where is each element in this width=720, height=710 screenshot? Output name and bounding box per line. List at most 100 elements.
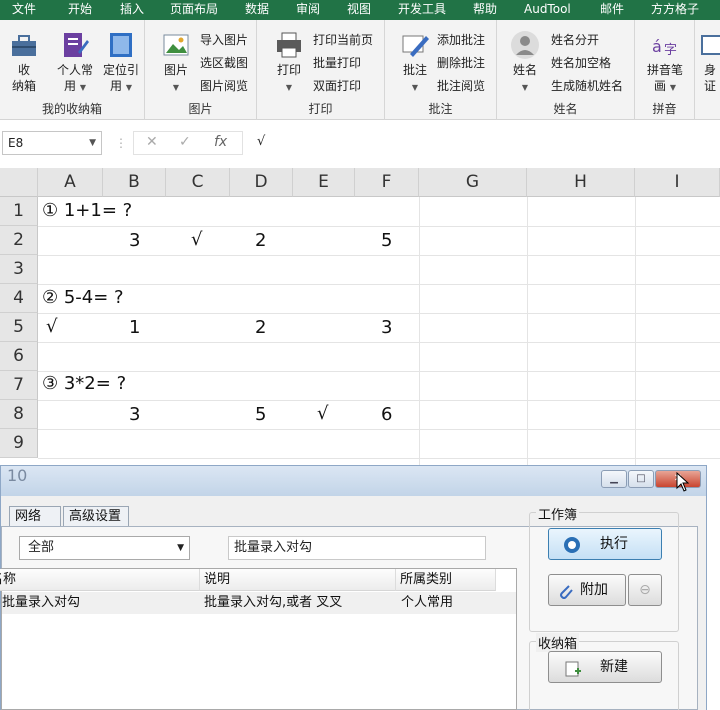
- list-header-desc[interactable]: 说明: [200, 569, 396, 591]
- row-header-4[interactable]: 4: [0, 284, 38, 313]
- name-box[interactable]: E8 ▼: [2, 131, 102, 155]
- new-button[interactable]: 新建: [548, 651, 662, 683]
- list-header-name[interactable]: 名称: [0, 569, 200, 591]
- column-header-f[interactable]: F: [355, 168, 419, 197]
- cell-f2[interactable]: 5: [381, 230, 392, 251]
- cell-b2[interactable]: 3: [129, 230, 140, 251]
- row-header-3[interactable]: 3: [0, 255, 38, 284]
- tab-mail[interactable]: 邮件: [600, 0, 624, 20]
- select-all-corner[interactable]: [0, 168, 38, 197]
- row-header-5[interactable]: 5: [0, 313, 38, 342]
- insert-function-icon[interactable]: fx: [214, 134, 227, 150]
- pinyin-stroke-button[interactable]: á字 拼音笔 画 ▼: [641, 30, 689, 96]
- column-header-b[interactable]: B: [103, 168, 166, 197]
- cell-f5[interactable]: 3: [381, 317, 392, 338]
- row-header-8[interactable]: 8: [0, 400, 38, 429]
- locate-reference-button[interactable]: 定位引 用 ▼: [98, 30, 144, 96]
- formula-input[interactable]: √: [247, 131, 367, 155]
- column-header-g[interactable]: G: [419, 168, 527, 197]
- column-header-e[interactable]: E: [293, 168, 355, 197]
- printer-icon: [277, 32, 301, 58]
- random-name-button[interactable]: 生成随机姓名: [551, 78, 623, 94]
- tab-audtool[interactable]: AudTool: [524, 0, 571, 20]
- split-name-label: 姓名分开: [551, 33, 600, 47]
- tab-insert[interactable]: 插入: [120, 0, 144, 20]
- cell-a4[interactable]: ② 5-4= ?: [42, 287, 124, 308]
- cell-c2[interactable]: √: [191, 229, 202, 250]
- enter-icon[interactable]: ✓: [179, 134, 191, 150]
- name-button[interactable]: 姓名 ▼: [507, 30, 543, 96]
- tab-view[interactable]: 视图: [347, 0, 371, 20]
- comment-button[interactable]: 批注 ▼: [395, 30, 435, 96]
- column-header-d[interactable]: D: [230, 168, 293, 197]
- tab-developer[interactable]: 开发工具: [398, 0, 446, 20]
- delete-comment-button[interactable]: 删除批注: [437, 55, 485, 71]
- picture-browse-button[interactable]: 图片阅览: [200, 78, 248, 94]
- add-comment-button[interactable]: 添加批注: [437, 32, 485, 48]
- category-select[interactable]: 全部 ▼: [19, 536, 190, 560]
- cell-d5[interactable]: 2: [255, 317, 266, 338]
- id-card-button[interactable]: 身 证: [700, 30, 720, 94]
- column-header-a[interactable]: A: [38, 168, 103, 197]
- column-header-c[interactable]: C: [166, 168, 230, 197]
- gridline: [38, 429, 720, 430]
- tab-file[interactable]: 文件: [12, 0, 36, 20]
- gridline: [419, 197, 420, 467]
- collect-box-button[interactable]: 收 纳箱: [6, 30, 42, 94]
- cancel-icon[interactable]: ✕: [146, 134, 158, 150]
- chevron-down-icon[interactable]: ▼: [177, 537, 184, 559]
- drag-handle-icon[interactable]: ⋮: [115, 136, 127, 150]
- gridline: [38, 255, 720, 256]
- cell-a1[interactable]: ① 1+1= ?: [42, 200, 132, 221]
- group-picture: 图片 ▼ 导入图片 选区截图 图片阅览 图片: [145, 20, 257, 120]
- column-header-i[interactable]: I: [635, 168, 720, 197]
- cell-d2[interactable]: 2: [255, 230, 266, 251]
- minimize-button[interactable]: ▁: [601, 470, 627, 488]
- duplex-print-button[interactable]: 双面打印: [313, 78, 361, 94]
- print-current-page-button[interactable]: 打印当前页: [313, 32, 373, 48]
- cell-d8[interactable]: 5: [255, 404, 266, 425]
- cell-a5[interactable]: √: [46, 316, 57, 337]
- tab-home[interactable]: 开始: [68, 0, 92, 20]
- row-header-6[interactable]: 6: [0, 342, 38, 371]
- row-header-7[interactable]: 7: [0, 371, 38, 400]
- selection-screenshot-button[interactable]: 选区截图: [200, 55, 248, 71]
- cell-b8[interactable]: 3: [129, 404, 140, 425]
- remove-button[interactable]: ⊖: [628, 574, 662, 606]
- cell-a7[interactable]: ③ 3*2= ?: [42, 373, 126, 394]
- tab-fangfang[interactable]: 方方格子: [651, 0, 699, 20]
- split-name-button[interactable]: 姓名分开: [551, 32, 599, 48]
- personal-common-button[interactable]: 个人常 用 ▼: [52, 30, 98, 96]
- name-add-space-button[interactable]: 姓名加空格: [551, 55, 611, 71]
- cell-f8[interactable]: 6: [381, 404, 392, 425]
- list-item-category: 个人常用: [401, 595, 454, 610]
- tab-advanced-settings[interactable]: 高级设置: [63, 506, 129, 527]
- chevron-down-icon[interactable]: ▼: [89, 132, 96, 154]
- browse-comment-button[interactable]: 批注阅览: [437, 78, 485, 94]
- group-my-box: 收 纳箱 个人常 用 ▼ 定位引 用 ▼ 我的收纳箱: [0, 20, 145, 120]
- mouse-cursor-icon: [676, 472, 690, 492]
- execute-button[interactable]: 执行: [548, 528, 662, 560]
- id-card-label-1: 身: [703, 63, 716, 77]
- print-button[interactable]: 打印 ▼: [271, 30, 307, 96]
- tab-review[interactable]: 审阅: [296, 0, 320, 20]
- list-header-category[interactable]: 所属类别: [396, 569, 496, 591]
- cell-b5[interactable]: 1: [129, 317, 140, 338]
- cell-e8[interactable]: √: [317, 403, 328, 424]
- batch-print-button[interactable]: 批量打印: [313, 55, 361, 71]
- import-picture-button[interactable]: 导入图片: [200, 32, 248, 48]
- column-header-h[interactable]: H: [527, 168, 635, 197]
- attach-button[interactable]: 附加: [548, 574, 626, 606]
- dialog-titlebar[interactable]: 10 ▁ □ ✕: [1, 466, 706, 496]
- tab-page-layout[interactable]: 页面布局: [170, 0, 218, 20]
- row-header-1[interactable]: 1: [0, 197, 38, 226]
- row-header-9[interactable]: 9: [0, 429, 38, 458]
- collect-box-label-1: 收: [17, 63, 30, 77]
- tab-data[interactable]: 数据: [245, 0, 269, 20]
- row-header-2[interactable]: 2: [0, 226, 38, 255]
- maximize-button[interactable]: □: [628, 470, 654, 488]
- search-input[interactable]: 批量录入对勾: [228, 536, 486, 560]
- picture-button[interactable]: 图片 ▼: [157, 30, 195, 96]
- tab-help[interactable]: 帮助: [473, 0, 497, 20]
- tab-network[interactable]: 网络: [9, 506, 61, 527]
